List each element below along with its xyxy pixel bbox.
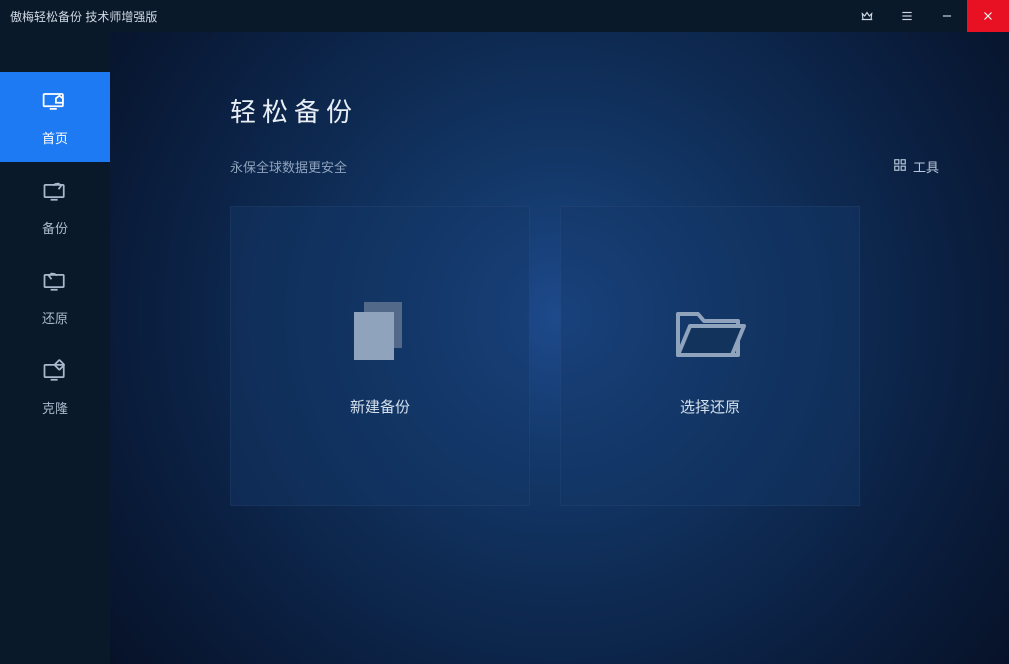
sidebar-item-label: 备份 — [42, 218, 68, 237]
sidebar: 首页 备份 — [0, 32, 110, 664]
close-button[interactable] — [967, 0, 1009, 32]
sidebar-item-label: 克隆 — [42, 398, 68, 417]
app-title: 傲梅轻松备份 技术师增强版 — [10, 8, 157, 25]
minimize-button[interactable] — [927, 0, 967, 32]
sidebar-item-backup[interactable]: 备份 — [0, 162, 110, 252]
main-content: 轻松备份 永保全球数据更安全 工具 — [110, 32, 1009, 664]
documents-icon — [340, 296, 420, 366]
sidebar-item-label: 还原 — [42, 308, 68, 327]
menu-icon[interactable] — [887, 0, 927, 32]
card-label: 选择还原 — [680, 396, 740, 417]
restore-icon — [41, 267, 69, 298]
sidebar-item-home[interactable]: 首页 — [0, 72, 110, 162]
page-title: 轻松备份 — [230, 92, 939, 129]
home-icon — [41, 87, 69, 118]
card-select-restore[interactable]: 选择还原 — [560, 206, 860, 506]
page-subtitle: 永保全球数据更安全 — [230, 157, 347, 176]
folder-open-icon — [670, 296, 750, 366]
grid-icon — [893, 158, 907, 175]
clone-icon — [41, 357, 69, 388]
card-label: 新建备份 — [350, 396, 410, 417]
backup-icon — [41, 177, 69, 208]
card-new-backup[interactable]: 新建备份 — [230, 206, 530, 506]
sidebar-item-restore[interactable]: 还原 — [0, 252, 110, 342]
sidebar-item-label: 首页 — [42, 128, 68, 147]
tools-label: 工具 — [913, 157, 939, 176]
titlebar: 傲梅轻松备份 技术师增强版 — [0, 0, 1009, 32]
crown-icon[interactable] — [847, 0, 887, 32]
tools-link[interactable]: 工具 — [893, 157, 939, 176]
sidebar-item-clone[interactable]: 克隆 — [0, 342, 110, 432]
